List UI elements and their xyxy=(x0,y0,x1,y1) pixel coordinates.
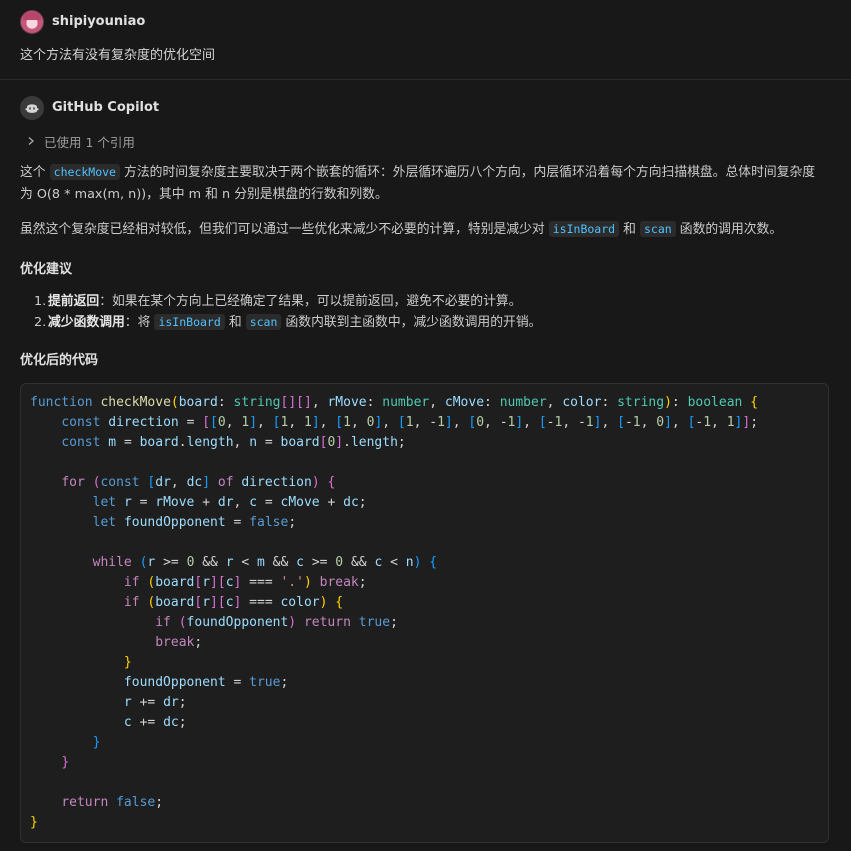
suggestion-list: 1. 提前返回：如果在某个方向上已经确定了结果，可以提前返回，避免不必要的计算。 … xyxy=(34,291,541,333)
code-line: const direction = [[0, 1], [1, 1], [1, 0… xyxy=(61,415,759,430)
user-avatar-icon xyxy=(20,10,44,34)
inline-code-isinboard: isInBoard xyxy=(154,314,225,330)
copilot-icon xyxy=(20,96,44,120)
code-content: function checkMove(board: string[][], rM… xyxy=(30,393,758,833)
code-line: } xyxy=(30,815,38,830)
p1-text-a: 这个 xyxy=(20,165,50,180)
user-name: shipiyouniao xyxy=(52,14,146,29)
assistant-name: GitHub Copilot xyxy=(52,100,160,115)
p1-text-c: 为 O(8 * max(m, n))，其中 m 和 n 分别是棋盘的行数和列数。 xyxy=(20,187,388,202)
code-line: r += dr; xyxy=(123,695,187,710)
p1-text-b: 方法的时间复杂度主要取决于两个嵌套的循环：外层循环遍历八个方向，内层循环沿着每个… xyxy=(119,165,816,180)
code-block[interactable]: function checkMove(board: string[][], rM… xyxy=(20,383,829,843)
code-line: for (const [dr, dc] of direction) { xyxy=(61,475,336,490)
code-line: function checkMove(board: string[][], rM… xyxy=(30,395,759,410)
inline-code-scan: scan xyxy=(640,221,676,237)
code-line: const m = board.length, n = board[0].len… xyxy=(61,435,406,450)
answer-paragraph-1: 这个 checkMove 方法的时间复杂度主要取决于两个嵌套的循环：外层循环遍历… xyxy=(20,161,815,206)
list-item: 2. 减少函数调用：将 isInBoard 和 scan 函数内联到主函数中，减少… xyxy=(34,314,542,330)
code-line: if (foundOpponent) return true; xyxy=(155,615,398,630)
code-line: if (board[r][c] === color) { xyxy=(123,595,344,610)
heading-optimized-code: 优化后的代码 xyxy=(20,353,99,368)
heading-suggestions: 优化建议 xyxy=(20,262,73,277)
inline-code-checkmove: checkMove xyxy=(49,164,120,180)
references-toggle[interactable]: 已使用 1 个引用 xyxy=(26,132,135,151)
code-line: } xyxy=(61,755,70,770)
chevron-right-icon xyxy=(26,135,36,149)
code-line: let foundOpponent = false; xyxy=(92,515,297,530)
code-line: return false; xyxy=(61,795,164,810)
inline-code-isinboard: isInBoard xyxy=(548,221,620,237)
answer-paragraph-2: 虽然这个复杂度已经相对较低，但我们可以通过一些优化来减少不必要的计算，特别是减少… xyxy=(20,218,782,241)
inline-code-scan: scan xyxy=(245,314,282,330)
code-line: break; xyxy=(155,635,203,650)
user-message: shipiyouniao 这个方法有没有复杂度的优化空间 xyxy=(0,0,851,80)
p2-text-a: 虽然这个复杂度已经相对较低，但我们可以通过一些优化来减少不必要的计算，特别是减少… xyxy=(20,222,549,237)
references-label: 已使用 1 个引用 xyxy=(44,135,135,150)
code-line: } xyxy=(123,655,132,670)
p2-text-mid: 和 xyxy=(619,222,640,237)
p2-text-b: 函数的调用次数。 xyxy=(675,222,783,237)
code-line: let r = rMove + dr, c = cMove + dc; xyxy=(92,495,367,510)
list-item: 1. 提前返回：如果在某个方向上已经确定了结果，可以提前返回，避免不必要的计算。 xyxy=(34,294,522,309)
code-line: } xyxy=(92,735,101,750)
code-line: foundOpponent = true; xyxy=(123,675,289,690)
user-question: 这个方法有没有复杂度的优化空间 xyxy=(20,48,216,63)
code-line: while (r >= 0 && r < m && c >= 0 && c < … xyxy=(92,555,438,570)
code-line: c += dc; xyxy=(123,715,187,730)
code-line: if (board[r][c] === '.') break; xyxy=(123,575,367,590)
